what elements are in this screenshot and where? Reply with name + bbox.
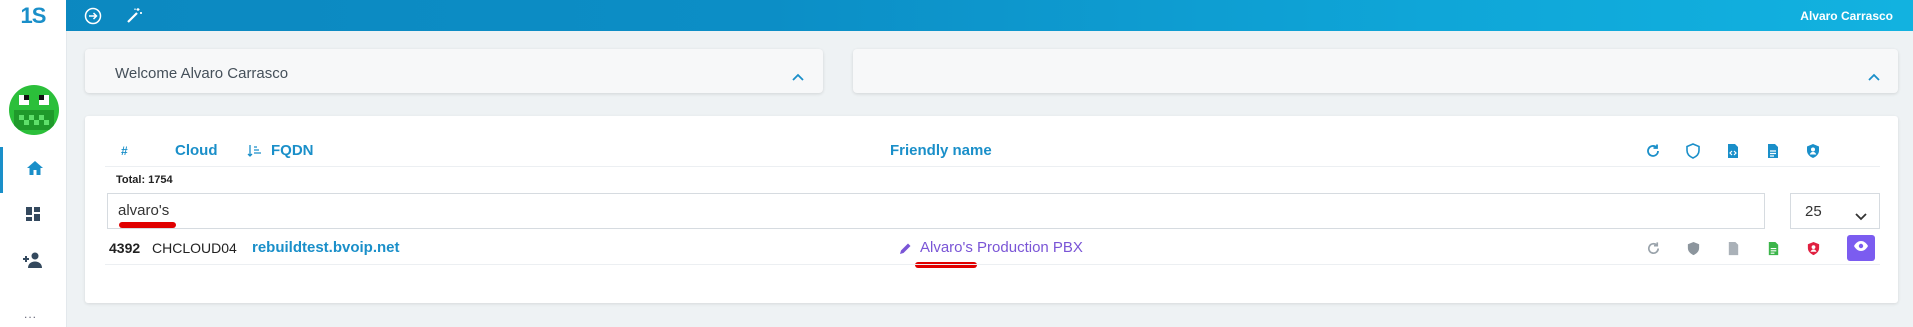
welcome-text: Welcome Alvaro Carrasco — [115, 65, 289, 82]
chevron-down-icon — [1855, 208, 1867, 221]
row-cloud: CHCLOUD04 — [152, 240, 237, 256]
top-bar: 1S Alvaro Carrasco — [0, 0, 1913, 31]
chevron-up-icon[interactable] — [1868, 68, 1880, 81]
user-shield-icon[interactable] — [1805, 143, 1821, 159]
arrow-circle-right-icon[interactable] — [84, 7, 102, 25]
chevron-up-icon[interactable] — [792, 68, 804, 81]
sidebar-item-home[interactable] — [0, 147, 66, 193]
annotation-underline — [915, 262, 977, 268]
file-code-icon[interactable] — [1725, 143, 1741, 159]
pencil-icon[interactable] — [898, 241, 913, 256]
sort-icon[interactable] — [247, 143, 263, 159]
column-header-fqdn[interactable]: FQDN — [271, 142, 314, 159]
total-count: Total: 1754 — [116, 174, 173, 186]
search-box[interactable] — [107, 193, 1765, 229]
sidebar-more[interactable]: ... — [24, 307, 37, 321]
row-fqdn-link[interactable]: rebuildtest.bvoip.net — [252, 239, 400, 256]
welcome-card: Welcome Alvaro Carrasco — [85, 49, 823, 93]
add-user-icon — [22, 252, 44, 273]
row-id: 4392 — [109, 240, 141, 256]
magic-wand-icon[interactable] — [125, 7, 143, 25]
annotation-underline — [119, 222, 176, 228]
user-name[interactable]: Alvaro Carrasco — [1800, 9, 1893, 23]
view-button[interactable] — [1847, 235, 1875, 261]
home-icon — [26, 160, 44, 181]
secondary-card — [853, 49, 1898, 93]
row-user-shield-icon[interactable] — [1805, 240, 1821, 256]
eye-icon — [1853, 239, 1869, 257]
sidebar: ... — [0, 31, 67, 327]
sidebar-item-add-user[interactable] — [0, 239, 66, 285]
dashboard-icon — [26, 206, 40, 226]
refresh-icon[interactable] — [1645, 143, 1661, 159]
shield-icon[interactable] — [1685, 143, 1701, 159]
page-size-value: 25 — [1805, 203, 1822, 220]
avatar[interactable] — [9, 85, 59, 135]
row-divider — [105, 264, 1880, 265]
row-file-icon[interactable] — [1725, 240, 1741, 256]
column-header-friendly-name[interactable]: Friendly name — [890, 142, 992, 159]
column-header-cloud[interactable]: Cloud — [175, 142, 218, 159]
column-header-id[interactable]: # — [121, 144, 128, 158]
row-file-text-icon[interactable] — [1765, 240, 1781, 256]
header-divider — [105, 166, 1880, 167]
page-size-select[interactable]: 25 — [1790, 193, 1880, 229]
logo-text: 1S — [20, 2, 47, 28]
row-shield-icon[interactable] — [1685, 240, 1701, 256]
file-text-icon[interactable] — [1765, 143, 1781, 159]
instances-panel: # Cloud FQDN Friendly name Total: 1754 2… — [85, 116, 1898, 303]
row-friendly-name-link[interactable]: Alvaro's Production PBX — [920, 239, 1083, 256]
search-input[interactable] — [118, 202, 1718, 219]
sidebar-item-dashboard[interactable] — [0, 193, 66, 239]
row-refresh-icon[interactable] — [1645, 240, 1661, 256]
logo[interactable]: 1S — [0, 0, 66, 31]
